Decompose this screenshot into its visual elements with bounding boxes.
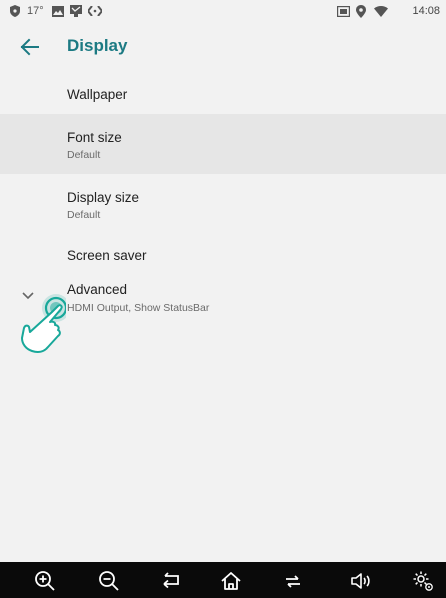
cast-icon [337, 4, 350, 18]
settings-item-title: Advanced [67, 282, 128, 297]
volume-icon[interactable] [350, 570, 372, 592]
back-arrow-icon[interactable] [20, 37, 42, 57]
status-time: 14:08 [412, 5, 440, 17]
status-bar: 17° 14:08 [0, 0, 446, 22]
settings-item-display-size[interactable]: Display size Default [0, 174, 446, 234]
settings-item-summary: Default [67, 149, 101, 161]
settings-item-summary: Default [67, 209, 101, 221]
settings-item-title: Screen saver [67, 248, 147, 263]
page-title: Display [67, 36, 128, 55]
app-bar: Display [0, 22, 446, 72]
settings-item-title: Display size [67, 190, 140, 205]
settings-list: Wallpaper Font size Default Display size… [0, 72, 446, 338]
settings-item-font-size[interactable]: Font size Default [0, 114, 446, 174]
location-icon [356, 4, 366, 18]
shield-icon [10, 4, 20, 18]
chevron-down-icon [22, 287, 34, 300]
home-icon[interactable] [220, 570, 242, 592]
temperature-text: 17° [27, 5, 44, 17]
settings-item-advanced[interactable]: Advanced HDMI Output, Show StatusBar [0, 278, 446, 338]
wifi-icon [374, 4, 388, 18]
code-icon [88, 4, 102, 18]
zoom-out-icon[interactable] [98, 570, 120, 592]
zoom-in-icon[interactable] [34, 570, 56, 592]
settings-item-summary: HDMI Output, Show StatusBar [67, 302, 210, 314]
back-icon[interactable] [160, 570, 182, 592]
screen-icon [70, 4, 82, 18]
image-icon [52, 4, 64, 18]
settings-item-wallpaper[interactable]: Wallpaper [0, 72, 446, 114]
settings-icon[interactable] [412, 570, 434, 592]
settings-item-title: Font size [67, 130, 122, 145]
settings-item-screen-saver[interactable]: Screen saver [0, 234, 446, 278]
settings-item-title: Wallpaper [67, 87, 128, 102]
navigation-bar [0, 562, 446, 598]
recents-icon[interactable] [282, 570, 304, 592]
